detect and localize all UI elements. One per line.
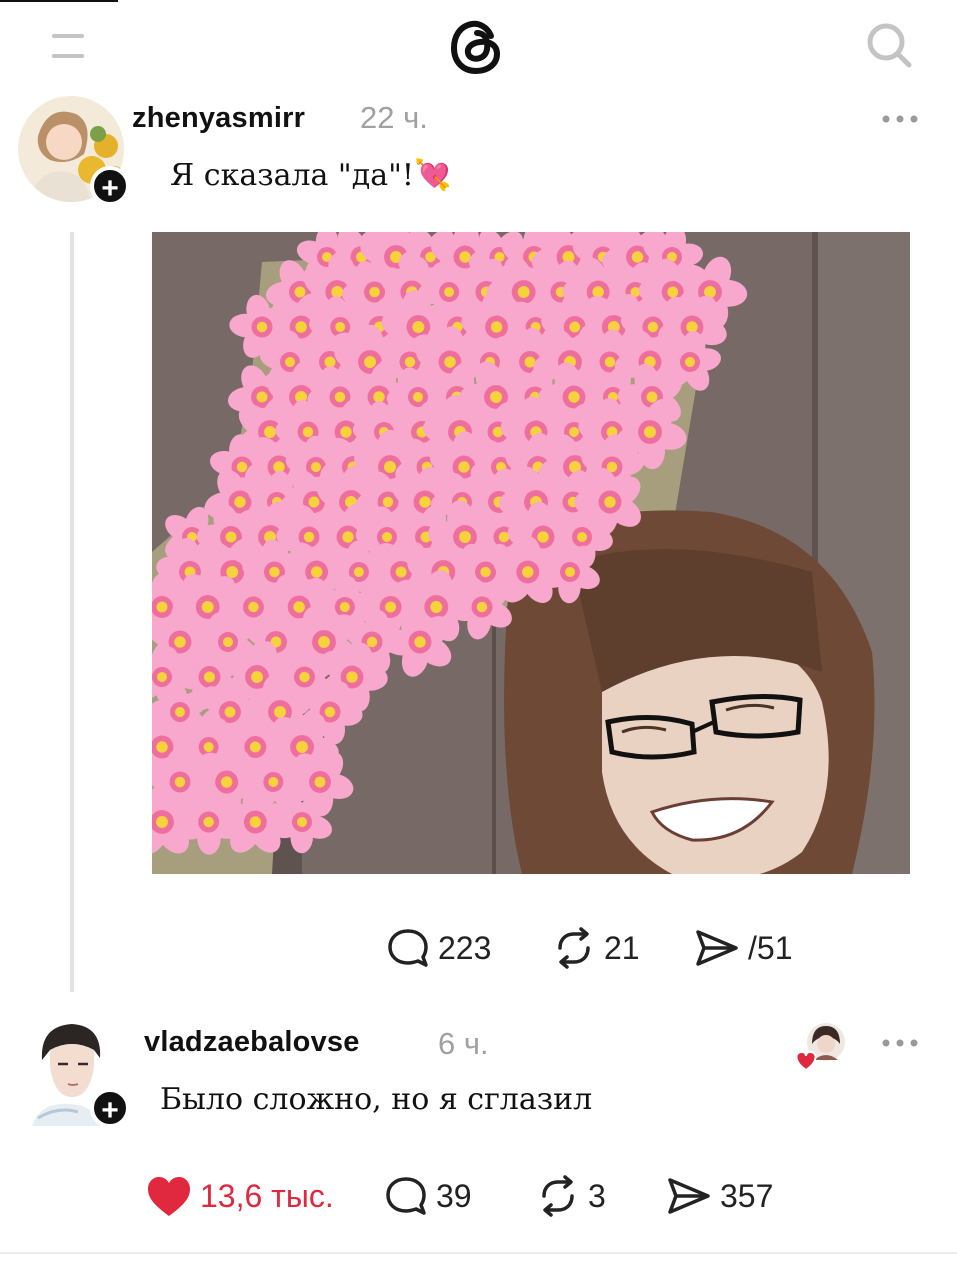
follow-button[interactable]: + — [90, 166, 130, 206]
reply-count: 223 — [438, 929, 492, 966]
repost-icon — [542, 1175, 574, 1217]
reply-share-action[interactable]: 357 — [666, 1174, 773, 1218]
reply-share-count: 357 — [720, 1177, 774, 1214]
bottom-divider — [0, 1252, 957, 1254]
share-icon — [668, 1178, 710, 1214]
share-icon — [696, 930, 738, 966]
repost-action[interactable]: 21 — [552, 926, 640, 970]
reply-reply-action[interactable]: 39 — [384, 1174, 472, 1218]
status-line — [0, 0, 118, 2]
post-text: Я сказала "да"!💘 — [170, 158, 452, 193]
reply-action[interactable]: 223 — [386, 926, 491, 970]
repost-icon — [558, 927, 590, 969]
more-options-icon[interactable] — [880, 112, 920, 126]
like-action[interactable]: 13,6 тыс. — [146, 1174, 334, 1218]
share-action[interactable]: /51 — [694, 926, 792, 970]
liked-by-author-avatar — [795, 1022, 848, 1072]
author-username[interactable]: zhenyasmirr — [132, 102, 305, 135]
threads-logo-icon[interactable] — [444, 14, 510, 80]
thread-line — [70, 232, 74, 992]
like-count: 13,6 тыс. — [200, 1177, 334, 1214]
reply-icon — [386, 1177, 426, 1215]
reply-timestamp: 6 ч. — [438, 1026, 489, 1061]
share-count: /51 — [748, 929, 793, 966]
reply-text: Было сложно, но я сглазил — [160, 1082, 593, 1117]
search-icon[interactable] — [864, 20, 914, 70]
repost-count: 21 — [604, 929, 640, 966]
post-timestamp: 22 ч. — [360, 100, 428, 135]
reply-reply-count: 39 — [436, 1177, 472, 1214]
reply-username[interactable]: vladzaebalovse — [144, 1026, 360, 1059]
reply-icon — [388, 929, 428, 967]
menu-icon[interactable] — [50, 30, 86, 62]
reply-more-options-icon[interactable] — [880, 1036, 920, 1050]
heart-filled-icon — [148, 1177, 190, 1216]
reply-follow-button[interactable]: + — [90, 1088, 130, 1128]
reply-repost-count: 3 — [588, 1177, 606, 1214]
reply-repost-action[interactable]: 3 — [536, 1174, 606, 1218]
post-image[interactable] — [152, 232, 910, 874]
